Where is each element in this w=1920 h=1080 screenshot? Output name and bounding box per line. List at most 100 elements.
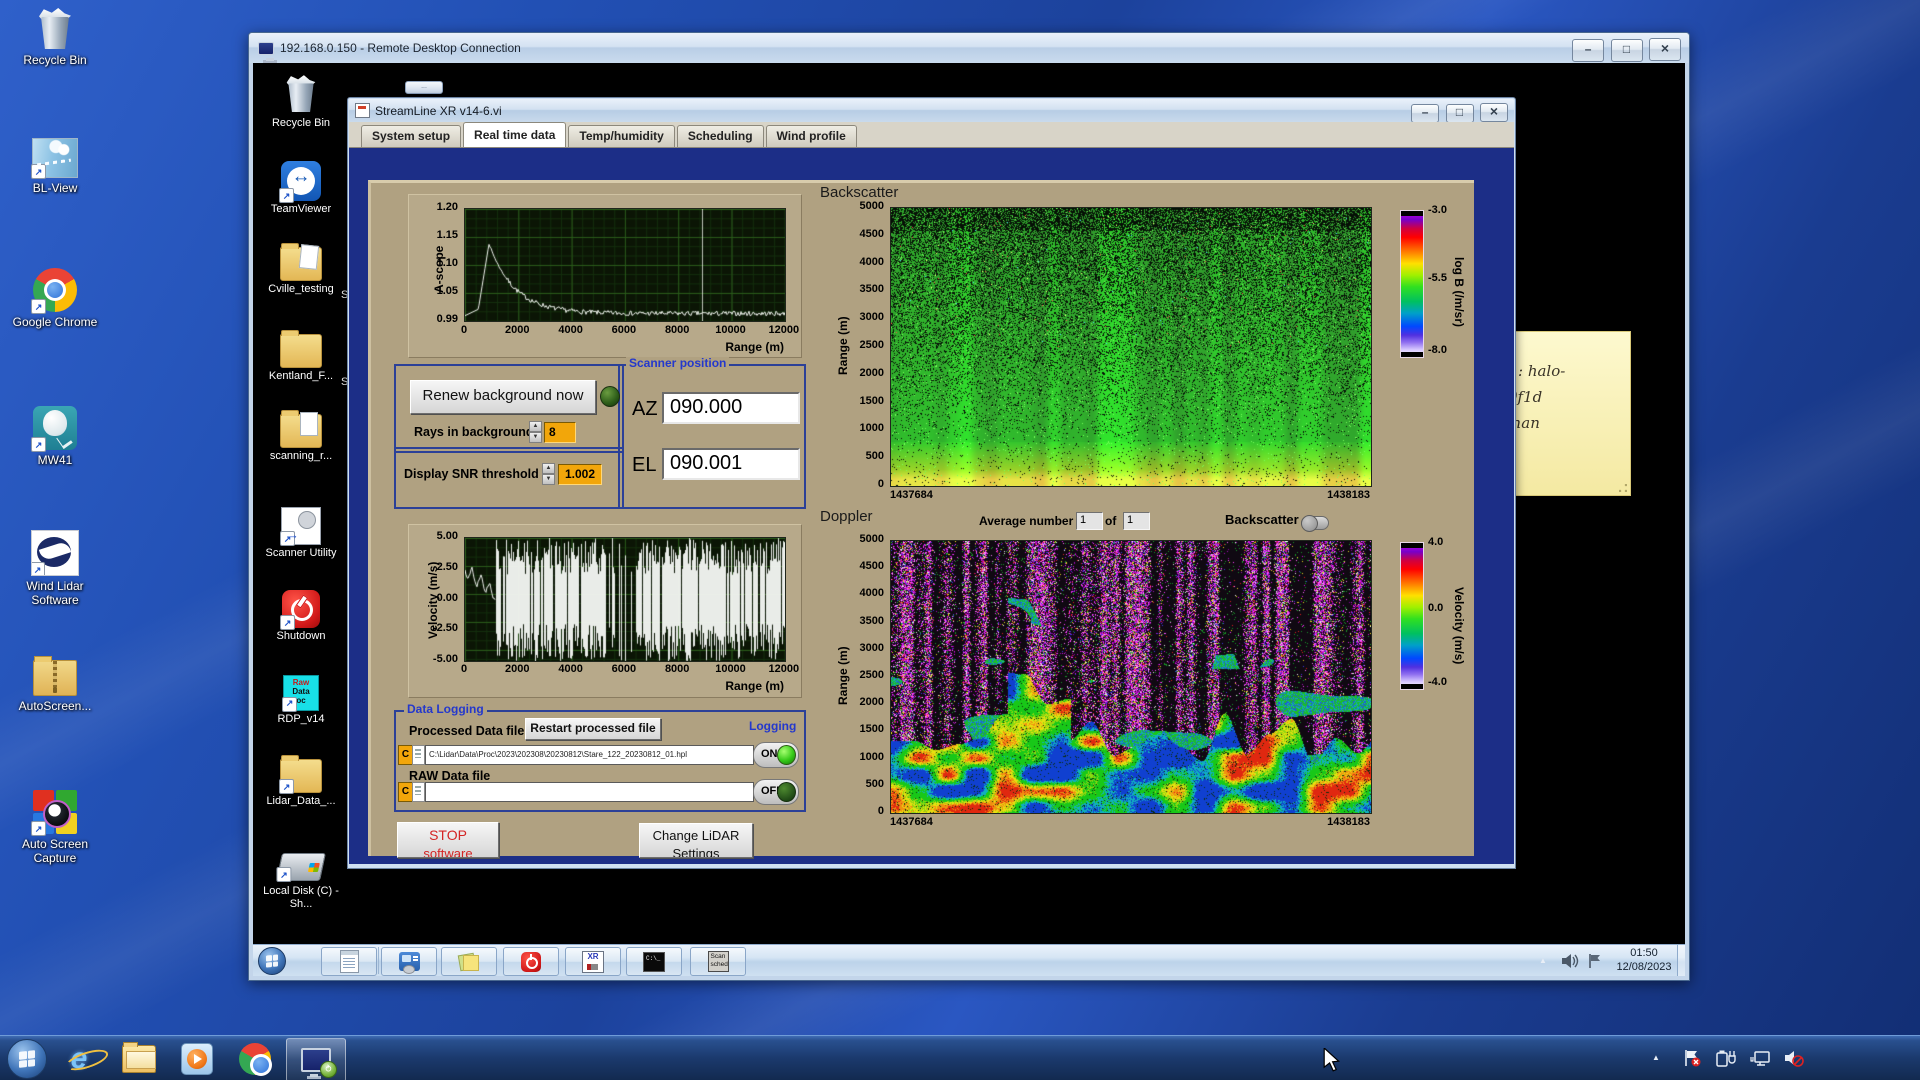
battery-power-icon[interactable]: [1716, 1049, 1736, 1067]
taskbar-button-sticky-notes[interactable]: [441, 947, 497, 976]
volume-muted-icon[interactable]: [1784, 1049, 1804, 1067]
tab-wind-profile[interactable]: Wind profile: [766, 125, 857, 147]
sticky-notes-icon: [459, 952, 479, 972]
raw-path-field[interactable]: [425, 782, 754, 802]
tray-expand-icon[interactable]: [1652, 1053, 1660, 1062]
restart-processed-file-button[interactable]: Restart processed file: [525, 718, 661, 740]
taskbar-button-streamline-xr[interactable]: XR: [565, 947, 621, 976]
tray-expand-icon[interactable]: [1539, 956, 1547, 965]
remote-icon-cville-testing[interactable]: Cville_testing: [253, 247, 349, 296]
axis-tick: 1.10: [418, 257, 458, 270]
drive-letter-box[interactable]: C: [398, 782, 413, 802]
remote-icon-teamviewer[interactable]: TeamViewer: [253, 161, 349, 216]
remote-icon-scanner-utility[interactable]: Scanner Utility: [253, 507, 349, 560]
renew-background-button[interactable]: Renew background now: [410, 380, 596, 414]
remote-show-desktop[interactable]: [1677, 945, 1685, 976]
axis-tick: 12000: [754, 324, 814, 337]
desktop-icon-recycle-bin[interactable]: Recycle Bin: [5, 8, 105, 67]
average-number-value[interactable]: 1: [1076, 512, 1103, 530]
folder-icon: [122, 1045, 156, 1073]
remote-icon-lidar-data[interactable]: Lidar_Data_...: [253, 759, 349, 808]
path-browse-icon[interactable]: [412, 745, 425, 765]
taskbar-button-command-prompt[interactable]: C:\_: [626, 947, 682, 976]
maximize-button[interactable]: [1611, 39, 1643, 62]
desktop-icon-mw41[interactable]: MW41: [5, 406, 105, 467]
tab-scheduling[interactable]: Scheduling: [677, 125, 764, 147]
tab-system-setup[interactable]: System setup: [361, 125, 461, 147]
desktop-icon-google-chrome[interactable]: Google Chrome: [5, 268, 105, 329]
axis-tick: -2.50: [416, 622, 458, 635]
axis-tick: 8000: [647, 324, 707, 337]
remote-icon-label: Scanner Utility: [264, 547, 338, 560]
remote-icon-shutdown[interactable]: Shutdown: [253, 590, 349, 643]
taskbar-button-notepad[interactable]: [321, 947, 377, 976]
drive-letter-box[interactable]: C: [398, 745, 413, 765]
network-icon[interactable]: [1750, 1049, 1770, 1067]
desktop-icon-bl-view[interactable]: BL-View: [5, 138, 105, 195]
rdp-titlebar[interactable]: 192.168.0.150 - Remote Desktop Connectio…: [249, 33, 1689, 63]
stop-software-button[interactable]: STOP software: [397, 822, 499, 858]
axis-tick: 6000: [594, 663, 654, 676]
minimize-button[interactable]: [1572, 39, 1604, 62]
taskbar-button-shutdown[interactable]: [503, 947, 559, 976]
axis-tick: 4000: [844, 587, 884, 600]
rdp-title-icon: [258, 42, 274, 55]
maximize-button[interactable]: [1446, 104, 1474, 123]
rays-value[interactable]: 8: [544, 422, 576, 443]
minimize-button[interactable]: [1411, 104, 1439, 123]
desktop-icon-auto-screen-capture[interactable]: Auto Screen Capture: [5, 790, 105, 865]
desktop-icon-label: Wind Lidar Software: [5, 579, 105, 607]
backscatter-toggle[interactable]: [1301, 516, 1329, 530]
remote-start-button[interactable]: [258, 947, 286, 975]
axis-tick: 1500: [844, 395, 884, 408]
axis-tick: 12000: [754, 663, 814, 676]
taskbar-rdp-active[interactable]: ⥁: [286, 1038, 346, 1080]
taskbar-internet-explorer[interactable]: e: [62, 1042, 96, 1076]
raw-logging-toggle[interactable]: OFF: [753, 779, 799, 805]
remote-icon-rdp-v14[interactable]: Raw Data oc RDP_v14: [253, 675, 349, 726]
axis-tick: 2000: [844, 696, 884, 709]
taskbar-chrome[interactable]: [238, 1042, 272, 1076]
cmd-icon-text: C:\_: [646, 955, 660, 962]
axis-tick: 0: [434, 663, 494, 676]
desktop-icon-wind-lidar[interactable]: Wind Lidar Software: [5, 530, 105, 607]
remote-icon-kentland[interactable]: Kentland_F...: [253, 334, 349, 383]
snr-value[interactable]: 1.002: [558, 464, 602, 485]
rdp-connection-bar-stub[interactable]: ...: [405, 81, 443, 94]
taskbar-windows-explorer[interactable]: [122, 1042, 156, 1076]
remote-desktop-icon: ⥁: [301, 1048, 331, 1072]
tab-temp-humidity[interactable]: Temp/humidity: [568, 125, 674, 147]
close-button[interactable]: [1649, 38, 1681, 61]
taskbar-button-scan-scheduler[interactable]: Scan sched: [690, 947, 746, 976]
rays-spinner[interactable]: ▲▼: [529, 421, 542, 441]
app-titlebar[interactable]: StreamLine XR v14-6.vi: [349, 99, 1514, 122]
processed-path-field[interactable]: C:\Lidar\Data\Proc\2023\202308\20230812\…: [425, 745, 754, 765]
host-start-button[interactable]: [7, 1039, 47, 1079]
doppler-x-start: 1437684: [890, 816, 933, 829]
action-center-alert-icon[interactable]: [1682, 1049, 1702, 1067]
tab-real-time-data[interactable]: Real time data: [463, 122, 566, 147]
snr-spinner[interactable]: ▲▼: [542, 463, 555, 483]
action-center-flag-icon[interactable]: [1587, 953, 1603, 969]
colorbar-cap: [1401, 352, 1423, 357]
path-browse-icon[interactable]: [412, 782, 425, 802]
remote-taskbar: XR C:\_ Scan sched 01:50 12/08/2023: [253, 944, 1685, 976]
average-total-value[interactable]: 1: [1123, 512, 1150, 530]
taskbar-button-scanner-control[interactable]: [381, 947, 437, 976]
processed-logging-toggle[interactable]: ON: [753, 742, 799, 768]
taskbar-media-player[interactable]: [180, 1042, 214, 1076]
raw-data-proc-icon: Raw Data oc: [283, 675, 319, 711]
colorbar-tick: 0.0: [1428, 602, 1443, 615]
az-value[interactable]: 090.000: [662, 392, 800, 424]
el-value[interactable]: 090.001: [662, 448, 800, 480]
remote-icon-recycle-bin[interactable]: Recycle Bin: [253, 73, 349, 130]
note-resize-grip[interactable]: [1619, 484, 1627, 492]
desktop-icon-autoscreen[interactable]: AutoScreen...: [5, 660, 105, 713]
remote-icon-local-disk[interactable]: Local Disk (C) - Sh...: [253, 853, 349, 911]
remote-clock[interactable]: 01:50 12/08/2023: [1608, 946, 1680, 974]
change-lidar-settings-button[interactable]: Change LiDAR Settings: [639, 823, 753, 858]
remote-icon-scanning[interactable]: scanning_r...: [253, 414, 349, 463]
axis-tick: 1500: [844, 723, 884, 736]
volume-icon[interactable]: [1561, 953, 1579, 969]
close-button[interactable]: [1480, 103, 1508, 122]
